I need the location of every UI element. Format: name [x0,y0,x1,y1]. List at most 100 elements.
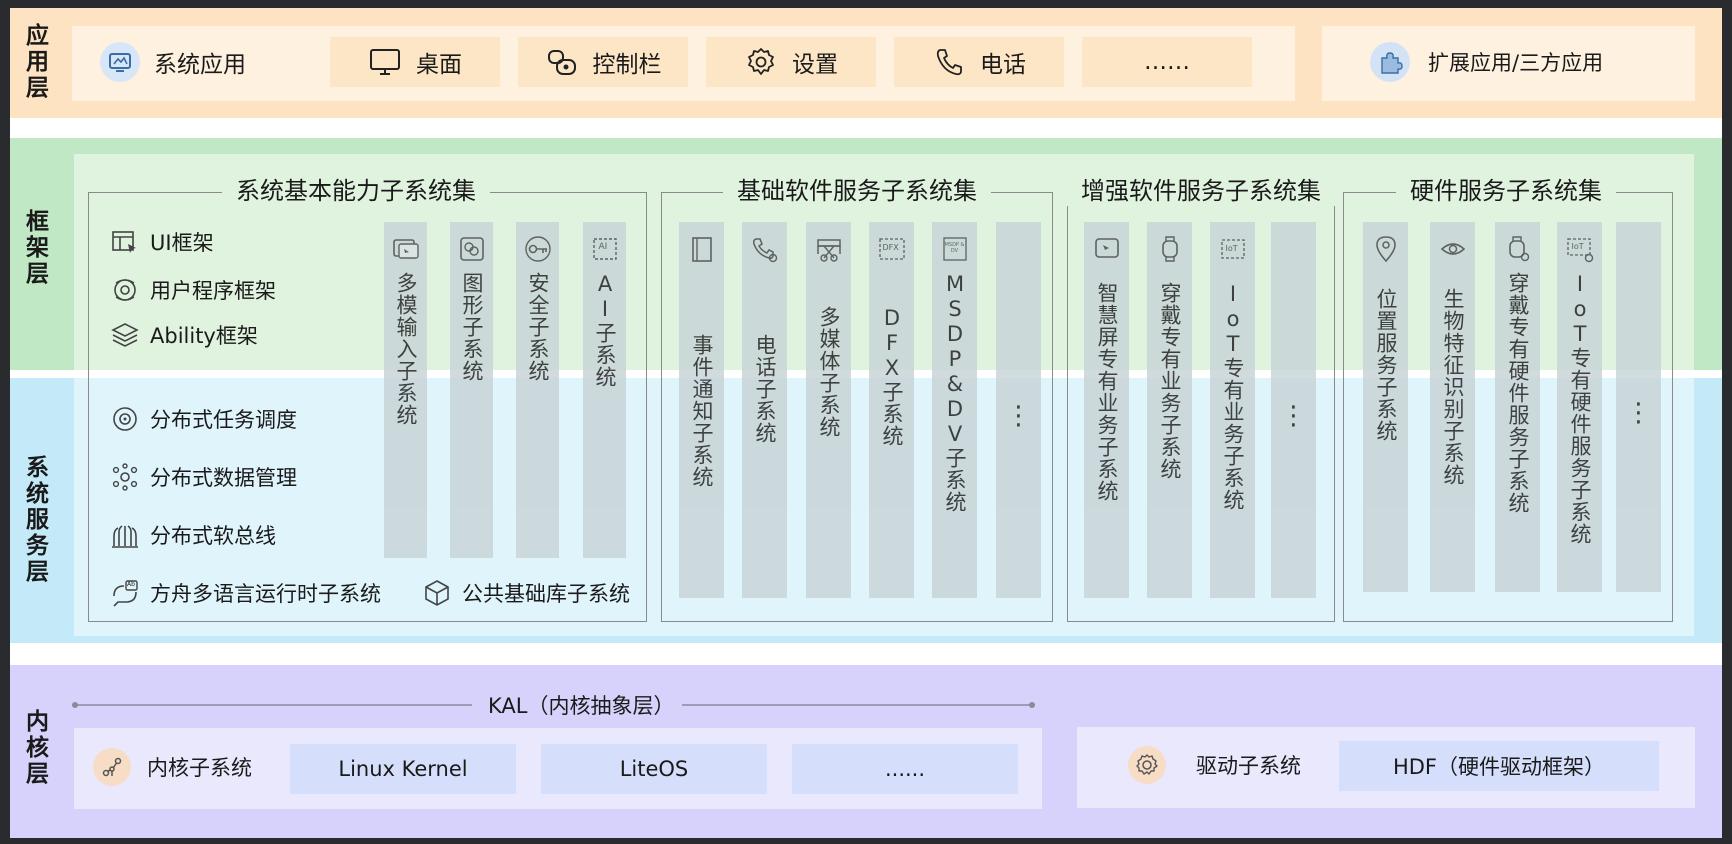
dfx-icon: DFX [877,234,907,264]
iot-badge: IoT [1225,244,1238,253]
column-enhanced-software-more: ⋮ [1271,222,1316,598]
kernel-linux: Linux Kernel [290,744,516,794]
feature-soft-bus-label: 分布式软总线 [150,524,276,548]
app-settings: 设置 [706,37,876,87]
feature-ability-framework: Ability框架 [110,320,258,350]
kernel-subsystem-label: 内核子系统 [147,756,252,780]
control-bar-icon [547,50,576,75]
feature-soft-bus: 分布式软总线 [110,520,276,550]
ark-runtime-icon: Ab [110,578,140,608]
column-ai-label: AI子系统 [593,272,617,388]
kernel-liteos: LiteOS [541,744,767,794]
layer-label-app: 应用层 [21,23,48,101]
group-enhanced-software-title: 增强软件服务子系统集 [1067,176,1335,206]
feature-ui-framework-label: UI框架 [150,231,214,255]
column-hardware-more: ⋮ [1616,222,1661,592]
notepad-icon [691,237,712,262]
column-security: 安全子系统 [516,222,559,558]
column-ai: AI AI子系统 [583,222,626,558]
input-screen-icon [392,239,419,259]
kernel-more: ...... [792,744,1018,794]
ai-chip-icon: AI [590,234,620,264]
feature-common-library: 公共基础库子系统 [422,578,630,608]
feature-ark-runtime: Ab 方舟多语言运行时子系统 [110,578,381,608]
app-more-label: …… [1144,49,1190,75]
app-more: …… [1082,37,1252,87]
feature-ark-runtime-label: 方舟多语言运行时子系统 [150,582,381,606]
smart-screen-icon [1094,238,1119,258]
column-smart-screen: 智慧屏专有业务子系统 [1084,222,1129,598]
column-basic-software-more-label: ⋮ [1005,401,1032,431]
column-event-notification: 事件通知子系统 [679,222,724,598]
ark-runtime-badge: Ab [127,581,135,588]
group-basic-software-title: 基础软件服务子系统集 [723,176,991,206]
column-event-notification-label: 事件通知子系统 [690,334,714,488]
column-iot-hardware-label: IoT专有硬件服务子系统 [1568,272,1592,545]
watch-icon [1161,236,1178,262]
feature-ability-framework-label: Ability框架 [150,324,258,348]
app-desktop: 桌面 [330,37,500,87]
column-biometrics-label: 生物特征识别子系统 [1441,288,1465,486]
ui-framework-icon [112,231,136,253]
column-security-label: 安全子系统 [526,272,550,382]
watch-gear-icon [1508,236,1529,262]
clapper-icon [816,239,841,262]
soft-bus-icon [112,525,138,548]
column-msdp-dv: MSDP & DV MSDP&DV子系统 [932,222,977,598]
driver-gear-icon [1128,746,1166,784]
feature-user-program-framework-label: 用户程序框架 [150,279,276,303]
dfx-badge: DFX [882,243,899,252]
column-smart-screen-label: 智慧屏专有业务子系统 [1095,282,1119,502]
layers-icon [111,323,139,347]
column-basic-software-more: ⋮ [996,222,1041,598]
extension-apps: 扩展应用/三方应用 [1370,42,1603,82]
extension-apps-label: 扩展应用/三方应用 [1428,51,1604,75]
eye-scan-icon [1440,243,1465,255]
group-basic-capability-title: 系统基本能力子系统集 [222,176,490,206]
column-multimedia: 多媒体子系统 [806,222,851,598]
app-control-bar: 控制栏 [518,37,688,87]
kernel-subsystem: 内核子系统 [93,748,252,786]
system-apps: 系统应用 [100,42,246,82]
brain-gear-icon [114,279,136,301]
column-graphics: 图形子系统 [450,222,493,558]
ai-chip-badge: AI [598,242,608,252]
layer-label-kernel: 内核层 [21,709,48,787]
feature-distributed-scheduling-label: 分布式任务调度 [150,408,297,432]
column-iot-hardware: IoT IoT专有硬件服务子系统 [1557,222,1602,592]
app-desktop-label: 桌面 [416,52,462,78]
app-phone-label: 电话 [980,52,1026,78]
driver-subsystem-label: 驱动子系统 [1196,754,1301,778]
driver-subsystem: 驱动子系统 [1128,746,1301,784]
group-hardware-title: 硬件服务子系统集 [1396,176,1616,206]
feature-distributed-scheduling: 分布式任务调度 [110,404,297,434]
column-multimodal-input: 多模输入子系统 [384,222,427,558]
column-telephony: 电话子系统 [742,222,787,598]
column-msdp-dv-label: MSDP&DV子系统 [943,272,967,513]
kernel-network-icon [93,748,131,786]
column-wearable-hardware: 穿戴专有硬件服务子系统 [1495,222,1540,592]
feature-common-library-label: 公共基础库子系统 [462,582,630,606]
column-dfx-label: DFX子系统 [880,306,904,447]
column-telephony-label: 电话子系统 [753,334,777,444]
puzzle-icon [1370,42,1410,82]
feature-distributed-data-label: 分布式数据管理 [150,466,297,490]
app-settings-label: 设置 [792,52,838,78]
feature-ui-framework: UI框架 [110,227,214,257]
iot-gear-icon: IoT [1565,234,1595,264]
key-icon [524,236,551,262]
cube-icon [425,580,449,606]
iot-icon: IoT [1218,234,1248,264]
app-phone: 电话 [894,37,1064,87]
feature-user-program-framework: 用户程序框架 [110,275,276,305]
distributed-data-icon [112,463,138,491]
column-multimodal-input-label: 多模输入子系统 [394,272,418,426]
msdp-badge: MSDP & DV [944,242,965,254]
column-biometrics: 生物特征识别子系统 [1430,222,1475,592]
column-enhanced-software-more-label: ⋮ [1280,401,1307,431]
column-iot-business: IoT IoT专有业务子系统 [1210,222,1255,598]
msdp-icon: MSDP & DV [940,234,970,264]
kal-label: KAL（内核抽象层） [488,694,675,718]
column-location: 位置服务子系统 [1363,222,1408,592]
location-pin-icon [1375,236,1396,263]
